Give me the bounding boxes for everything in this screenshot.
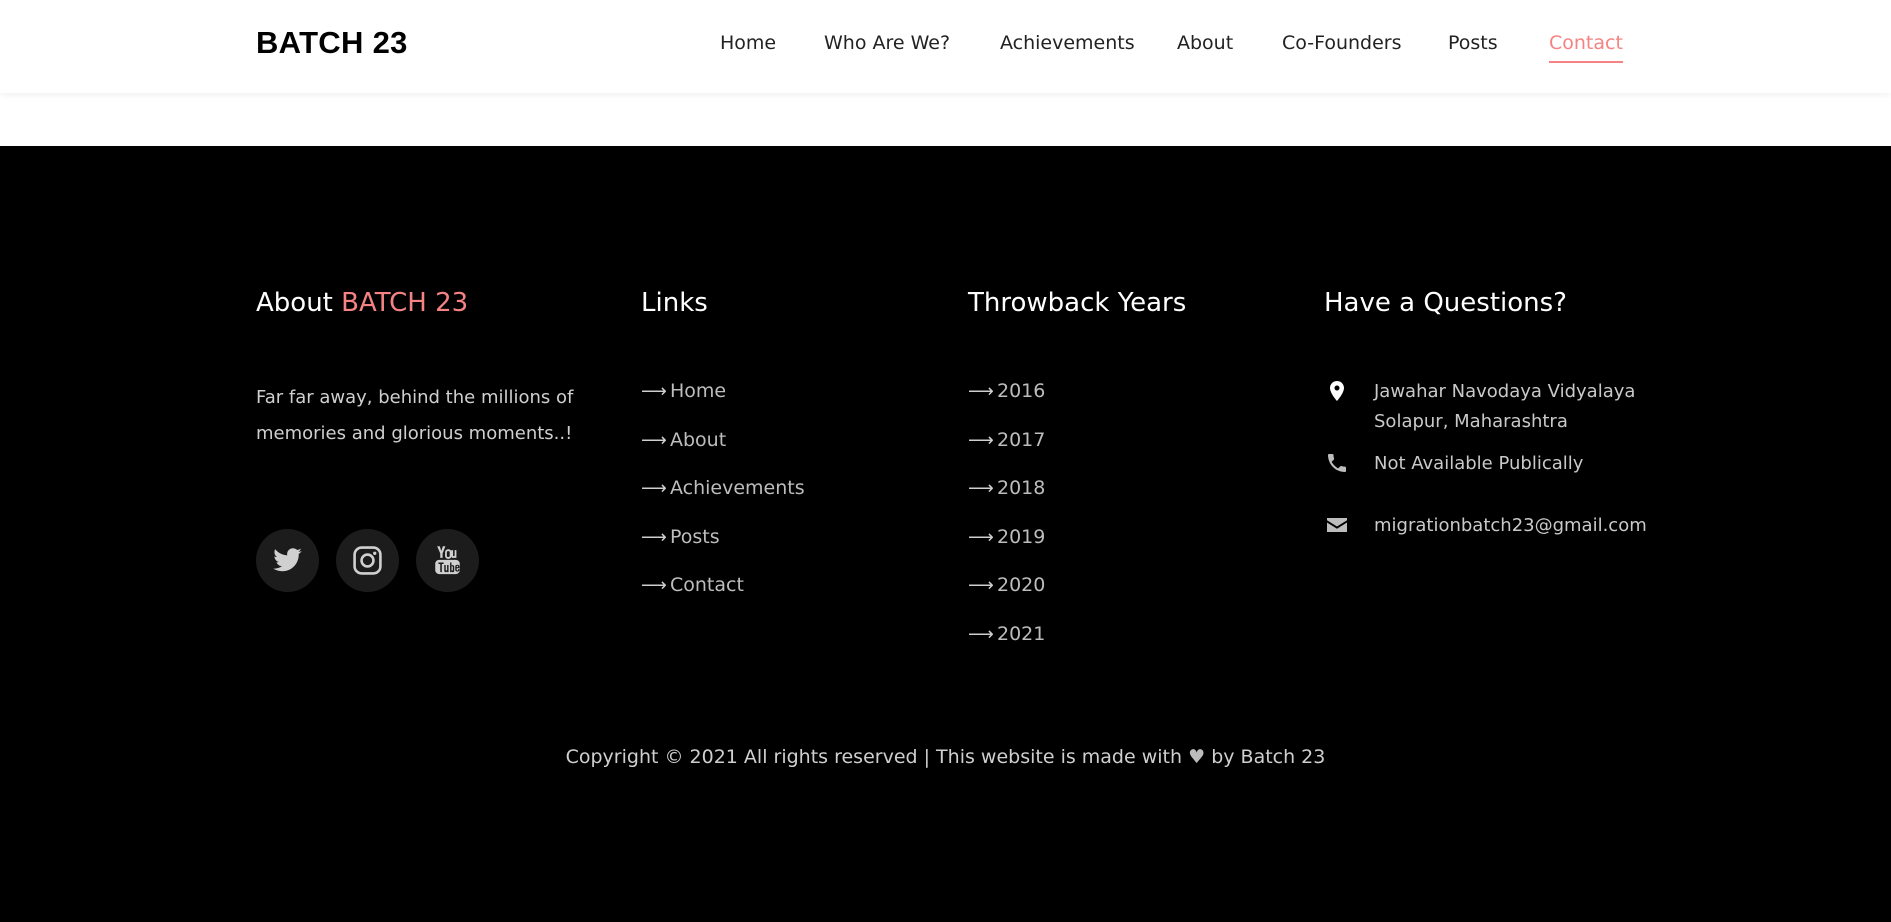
arrow-right-icon: ⟶ xyxy=(641,429,667,451)
arrow-right-icon: ⟶ xyxy=(641,381,667,402)
footer-link-posts[interactable]: ⟶ Posts xyxy=(641,526,805,575)
main-nav: Home Who Are We? Achievements About Co-F… xyxy=(0,32,1891,72)
nav-contact[interactable]: Contact xyxy=(1549,32,1623,63)
about-heading-accent: BATCH 23 xyxy=(341,288,469,318)
arrow-right-icon: ⟶ xyxy=(968,526,994,548)
arrow-right-icon: ⟶ xyxy=(968,381,994,402)
year-link-2020[interactable]: ⟶ 2020 xyxy=(968,574,1045,623)
year-link-2019[interactable]: ⟶ 2019 xyxy=(968,526,1045,575)
youtube-icon xyxy=(435,546,460,575)
copyright-prefix: Copyright © 2021 All rights reserved | T… xyxy=(565,746,1183,768)
arrow-right-icon: ⟶ xyxy=(968,575,994,596)
nav-home[interactable]: Home xyxy=(720,32,776,54)
contact-heading: Have a Questions? xyxy=(1324,288,1567,318)
address-line-2: Solapur, Maharashtra xyxy=(1374,411,1568,432)
nav-who-are-we[interactable]: Who Are We? xyxy=(824,32,950,54)
about-heading-prefix: About xyxy=(256,288,333,318)
arrow-right-icon: ⟶ xyxy=(641,526,667,548)
footer-link-about[interactable]: ⟶ About xyxy=(641,429,805,478)
address-line-1: Jawahar Navodaya Vidyalaya xyxy=(1374,381,1636,402)
nav-achievements[interactable]: Achievements xyxy=(1000,32,1135,54)
contact-address: Jawahar Navodaya Vidyalaya Solapur, Maha… xyxy=(1324,377,1724,437)
site-footer: About BATCH 23 Far far away, behind the … xyxy=(0,146,1891,922)
arrow-right-icon: ⟶ xyxy=(968,429,994,451)
footer-link-contact[interactable]: ⟶ Contact xyxy=(641,574,805,623)
arrow-right-icon: ⟶ xyxy=(968,623,994,645)
nav-posts[interactable]: Posts xyxy=(1448,32,1498,54)
copyright-suffix: by Batch 23 xyxy=(1211,746,1326,768)
links-heading: Links xyxy=(641,288,708,318)
years-heading: Throwback Years xyxy=(968,288,1187,318)
instagram-link[interactable] xyxy=(336,529,399,592)
about-heading: About BATCH 23 xyxy=(256,288,468,318)
arrow-right-icon: ⟶ xyxy=(641,478,667,499)
year-link-2018[interactable]: ⟶ 2018 xyxy=(968,477,1045,526)
contact-email[interactable]: migrationbatch23@gmail.com xyxy=(1324,511,1724,541)
instagram-icon xyxy=(353,546,382,575)
arrow-right-icon: ⟶ xyxy=(641,575,667,596)
years-list: ⟶ 2016 ⟶ 2017 ⟶ 2018 ⟶ 2019 ⟶ 2020 ⟶ 2021 xyxy=(968,380,1045,671)
youtube-link[interactable] xyxy=(416,529,479,592)
footer-link-achievements[interactable]: ⟶ Achievements xyxy=(641,477,805,526)
top-navbar: BATCH 23 Home Who Are We? Achievements A… xyxy=(0,0,1891,93)
nav-about[interactable]: About xyxy=(1177,32,1233,54)
about-description: Far far away, behind the millions of mem… xyxy=(256,387,574,444)
arrow-right-icon: ⟶ xyxy=(968,478,994,499)
footer-link-home[interactable]: ⟶ Home xyxy=(641,380,805,429)
phone-text: Not Available Publically xyxy=(1374,453,1584,474)
phone-icon xyxy=(1328,454,1346,472)
map-pin-icon xyxy=(1330,381,1344,401)
email-text[interactable]: migrationbatch23@gmail.com xyxy=(1374,511,1647,541)
nav-co-founders[interactable]: Co-Founders xyxy=(1282,32,1402,54)
heart-icon: ♥ xyxy=(1188,746,1206,768)
contact-phone: Not Available Publically xyxy=(1324,449,1724,479)
footer-links-list: ⟶ Home ⟶ About ⟶ Achievements ⟶ Posts ⟶ Conta… xyxy=(641,380,805,623)
content-spacer xyxy=(0,93,1891,146)
twitter-link[interactable] xyxy=(256,529,319,592)
year-link-2017[interactable]: ⟶ 2017 xyxy=(968,429,1045,478)
year-link-2016[interactable]: ⟶ 2016 xyxy=(968,380,1045,429)
year-link-2021[interactable]: ⟶ 2021 xyxy=(968,623,1045,672)
copyright-text: Copyright © 2021 All rights reserved | T… xyxy=(0,746,1891,768)
envelope-icon xyxy=(1327,518,1347,532)
twitter-icon xyxy=(273,548,302,572)
